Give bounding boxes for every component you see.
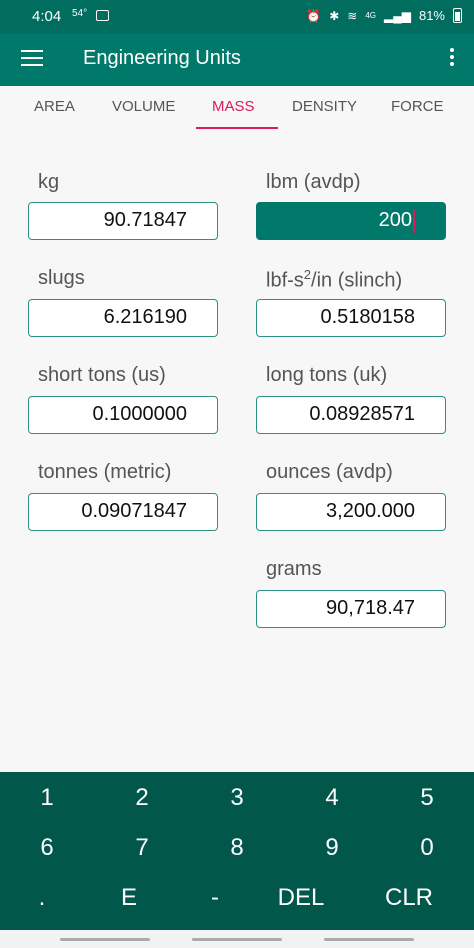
key-clear[interactable]: CLR <box>369 875 449 921</box>
app-bar: Engineering Units <box>0 34 474 86</box>
battery-icon <box>453 8 462 23</box>
key-5[interactable]: 5 <box>387 775 467 821</box>
short-tons-input[interactable]: 0.1000000 <box>28 396 218 434</box>
grams-input[interactable]: 90,718.47 <box>256 590 446 628</box>
grams-label: grams <box>266 558 322 580</box>
network-type-label: 4G <box>365 11 376 20</box>
status-time: 4:04 <box>32 8 62 25</box>
slinch-label-pre: lbf-s <box>266 269 304 292</box>
tab-mass[interactable]: MASS <box>212 98 255 115</box>
slinch-label: lbf-s2/in (slinch) <box>266 267 402 293</box>
slinch-label-post: /in (slinch) <box>311 269 403 292</box>
key-delete[interactable]: DEL <box>261 875 341 921</box>
menu-icon[interactable] <box>21 50 43 68</box>
status-temperature: 54° <box>72 8 88 19</box>
long-tons-label: long tons (uk) <box>266 364 388 386</box>
kg-label: kg <box>38 171 60 193</box>
ounces-label: ounces (avdp) <box>266 461 393 483</box>
slinch-input[interactable]: 0.5180158 <box>256 299 446 337</box>
lbm-value: 200 <box>378 209 412 231</box>
key-0[interactable]: 0 <box>387 825 467 871</box>
lbm-input[interactable]: 200 <box>256 202 446 240</box>
key-9[interactable]: 9 <box>292 825 372 871</box>
tonnes-input[interactable]: 0.09071847 <box>28 493 218 531</box>
lbm-label: lbm (avdp) <box>266 171 361 193</box>
battery-percent: 81% <box>418 8 445 23</box>
alarm-icon: ⏰ <box>306 8 322 23</box>
slugs-input[interactable]: 6.216190 <box>28 299 218 337</box>
bluetooth-icon: ✱ <box>329 8 340 23</box>
key-decimal[interactable]: . <box>2 875 82 921</box>
key-6[interactable]: 6 <box>7 825 87 871</box>
tonnes-label: tonnes (metric) <box>38 461 172 483</box>
key-7[interactable]: 7 <box>102 825 182 871</box>
app-title: Engineering Units <box>83 47 241 69</box>
key-4[interactable]: 4 <box>292 775 372 821</box>
unit-tabs: AREA VOLUME MASS DENSITY FORCE <box>0 86 474 132</box>
tab-volume[interactable]: VOLUME <box>112 98 175 115</box>
short-tons-label: short tons (us) <box>38 364 166 386</box>
key-1[interactable]: 1 <box>7 775 87 821</box>
key-2[interactable]: 2 <box>102 775 182 821</box>
system-nav-bar <box>0 930 474 948</box>
keypad: 1 2 3 4 5 6 7 8 9 0 . E - DEL CLR <box>0 772 474 930</box>
long-tons-input[interactable]: 0.08928571 <box>256 396 446 434</box>
slugs-label: slugs <box>38 267 85 289</box>
gallery-icon <box>96 10 109 21</box>
more-options-icon[interactable] <box>446 48 458 72</box>
kg-input[interactable]: 90.71847 <box>28 202 218 240</box>
ounces-input[interactable]: 3,200.000 <box>256 493 446 531</box>
tab-force[interactable]: FORCE <box>391 98 444 115</box>
tab-indicator <box>196 127 278 129</box>
nav-recents-handle[interactable] <box>60 938 150 941</box>
key-exponent[interactable]: E <box>89 875 169 921</box>
status-bar: 4:04 54° ⏰ ✱ ≋ 4G ▂▄▆ 81% <box>0 0 474 34</box>
key-minus[interactable]: - <box>175 875 255 921</box>
text-caret <box>413 208 415 233</box>
key-8[interactable]: 8 <box>197 825 277 871</box>
key-3[interactable]: 3 <box>197 775 277 821</box>
signal-icon: ▂▄▆ <box>384 8 411 23</box>
nav-back-handle[interactable] <box>324 938 414 941</box>
tab-density[interactable]: DENSITY <box>292 98 357 115</box>
status-icons: ⏰ ✱ ≋ 4G ▂▄▆ 81% <box>306 8 462 23</box>
slinch-label-sup: 2 <box>303 267 312 282</box>
wifi-icon: ≋ <box>347 8 358 23</box>
tab-area[interactable]: AREA <box>34 98 75 115</box>
nav-home-handle[interactable] <box>192 938 282 941</box>
